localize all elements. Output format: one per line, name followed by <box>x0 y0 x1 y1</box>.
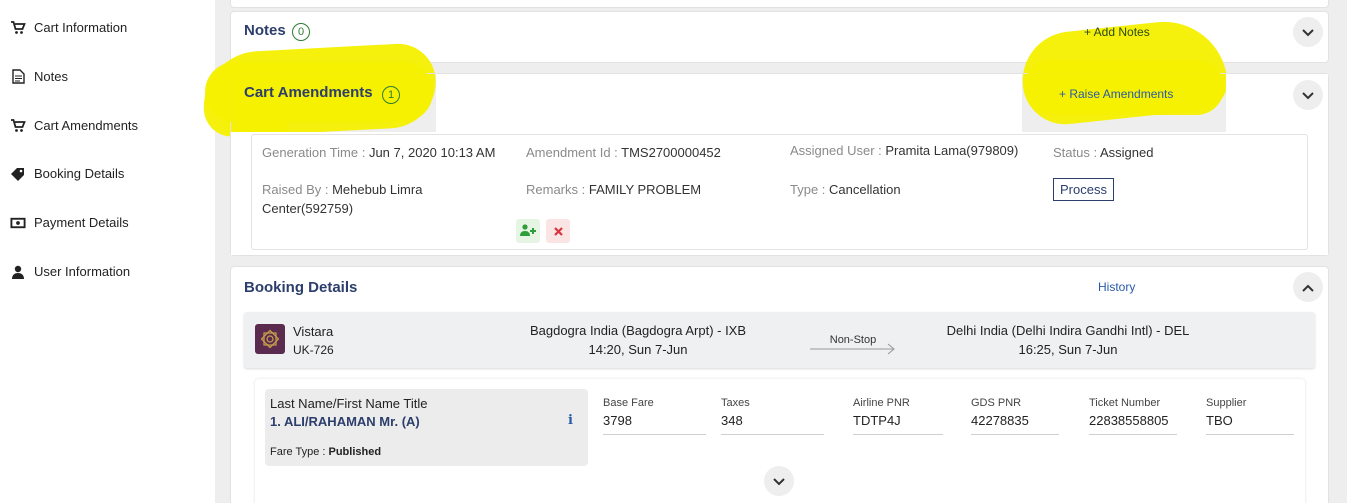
fare-type-field: Fare Type : Published <box>270 446 381 458</box>
booking-title: Booking Details <box>244 279 358 296</box>
column-header: Supplier <box>1206 397 1247 409</box>
fare-column-base-fare: Base Fare 3798 <box>603 397 706 435</box>
amendment-id-field: Amendment Id : TMS2700000452 <box>526 145 721 160</box>
column-header: Taxes <box>721 397 750 409</box>
cart-icon <box>10 20 26 35</box>
column-header: Airline PNR <box>853 397 910 409</box>
column-value: 348 <box>721 413 743 428</box>
add-notes-link[interactable]: + Add Notes <box>1084 25 1150 39</box>
fare-column-airline-pnr: Airline PNR TDTP4J <box>853 397 943 435</box>
assigned-user-field: Assigned User : Pramita Lama(979809) <box>790 143 1018 158</box>
assigned-user-label: Assigned User : <box>790 143 886 158</box>
generation-time-label: Generation Time : <box>262 145 369 160</box>
chevron-down-icon <box>1302 25 1314 40</box>
amendment-id-value: TMS2700000452 <box>621 145 721 160</box>
document-icon <box>10 69 26 84</box>
destination-airport: Delhi India (Delhi Indira Gandhi Intl) -… <box>946 323 1190 338</box>
flight-number: UK-726 <box>293 343 334 357</box>
passenger-name: 1. ALI/RAHAMAN Mr. (A) <box>270 414 420 429</box>
arrival-time: 16:25, Sun 7-Jun <box>1018 342 1118 357</box>
close-icon <box>553 224 563 239</box>
column-header: Base Fare <box>603 397 654 409</box>
sidebar-item-label: User Information <box>34 264 131 279</box>
add-user-icon <box>520 223 536 239</box>
sidebar-item-label: Booking Details <box>34 166 125 181</box>
fare-type-value: Published <box>328 446 382 458</box>
sidebar-item-label: Cart Information <box>34 20 128 35</box>
user-icon <box>10 265 26 279</box>
fare-column-taxes: Taxes 348 <box>721 397 824 435</box>
flight-summary <box>244 312 1315 368</box>
process-button[interactable]: Process <box>1053 178 1114 201</box>
status-value: Assigned <box>1099 145 1154 160</box>
tag-icon <box>10 167 26 181</box>
column-value: 42278835 <box>971 413 1029 428</box>
fare-column-supplier: Supplier TBO <box>1206 397 1294 435</box>
sidebar-item-cart-information[interactable]: Cart Information <box>10 20 127 35</box>
passenger-expand-button[interactable] <box>764 466 794 496</box>
assign-user-button[interactable] <box>516 219 540 243</box>
amendments-toggle-button[interactable] <box>1293 80 1323 110</box>
column-value: TBO <box>1206 413 1233 428</box>
info-icon[interactable]: i <box>568 413 573 428</box>
cart-icon <box>10 118 26 133</box>
status-field: Status : Assigned <box>1053 145 1153 160</box>
column-value: TDTP4J <box>853 413 901 428</box>
notes-title: Notes <box>244 22 286 39</box>
departure-time: 14:20, Sun 7-Jun <box>588 342 688 357</box>
notes-toggle-button[interactable] <box>1293 17 1323 47</box>
amendment-id-label: Amendment Id : <box>526 145 622 160</box>
amendments-panel-fill <box>436 74 1022 132</box>
sidebar-item-notes[interactable]: Notes <box>10 69 68 84</box>
history-link[interactable]: History <box>1098 280 1135 294</box>
sidebar-item-cart-amendments[interactable]: Cart Amendments <box>10 118 138 133</box>
column-value: 3798 <box>603 413 632 428</box>
airline-name: Vistara <box>293 324 334 339</box>
amendments-count-badge: 1 <box>382 86 400 104</box>
column-header: GDS PNR <box>971 397 1022 409</box>
raised-by-label: Raised By : <box>262 182 333 197</box>
generation-time-field: Generation Time : Jun 7, 2020 10:13 AM <box>262 145 495 160</box>
sidebar-item-user-information[interactable]: User Information <box>10 264 130 279</box>
amendments-title: Cart Amendments <box>244 84 373 101</box>
booking-toggle-button[interactable] <box>1293 272 1323 302</box>
passenger-name-header: Last Name/First Name Title <box>270 396 428 411</box>
previous-panel-edge <box>230 0 1329 8</box>
type-value: Cancellation <box>829 182 901 197</box>
raise-amendments-link[interactable]: + Raise Amendments <box>1059 87 1173 101</box>
fare-column-ticket-number: Ticket Number 22838558805 <box>1089 397 1177 435</box>
remarks-field: Remarks : FAMILY PROBLEM <box>526 182 701 197</box>
notes-count-badge: 0 <box>292 23 310 41</box>
remarks-label: Remarks : <box>526 182 589 197</box>
arrow-right-icon <box>810 343 898 358</box>
chevron-down-icon <box>773 474 785 489</box>
status-label: Status : <box>1053 145 1100 160</box>
origin-airport: Bagdogra India (Bagdogra Arpt) - IXB <box>529 323 747 338</box>
airline-logo <box>255 324 285 354</box>
type-label: Type : <box>790 182 830 197</box>
reject-button[interactable] <box>546 219 570 243</box>
assigned-user-value: Pramita Lama(979809) <box>885 143 1019 158</box>
chevron-up-icon <box>1302 280 1314 295</box>
money-icon <box>10 216 26 230</box>
fare-column-gds-pnr: GDS PNR 42278835 <box>971 397 1059 435</box>
column-header: Ticket Number <box>1089 397 1161 409</box>
sidebar-item-label: Cart Amendments <box>34 118 139 133</box>
sidebar-item-payment-details[interactable]: Payment Details <box>10 215 129 230</box>
chevron-down-icon <box>1302 88 1314 103</box>
sidebar-item-booking-details[interactable]: Booking Details <box>10 166 124 181</box>
generation-time-value: Jun 7, 2020 10:13 AM <box>368 145 496 160</box>
sidebar: Cart Information Notes Cart Amendments B… <box>0 0 215 503</box>
sidebar-item-label: Payment Details <box>34 215 129 230</box>
remarks-value: FAMILY PROBLEM <box>588 182 702 197</box>
type-field: Type : Cancellation <box>790 182 901 197</box>
raised-by-field: Raised By : Mehebub Limra Center(592759) <box>262 180 482 218</box>
sidebar-item-label: Notes <box>34 69 68 84</box>
column-value: 22838558805 <box>1089 413 1169 428</box>
fare-type-label: Fare Type : <box>270 446 329 458</box>
